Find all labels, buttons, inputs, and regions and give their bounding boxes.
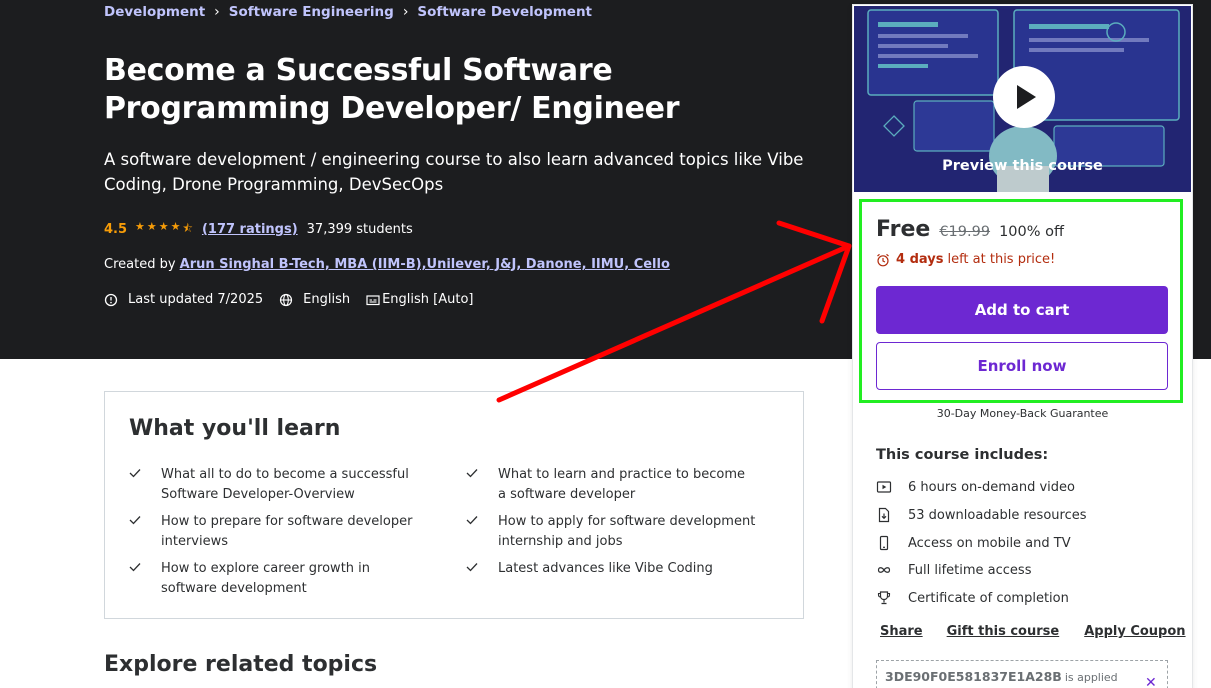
globe-icon — [280, 293, 293, 306]
star-icon: ★ — [146, 220, 157, 233]
include-item: Certificate of completion — [876, 590, 1069, 606]
add-to-cart-button[interactable]: Add to cart — [876, 286, 1168, 334]
gift-course-link[interactable]: Gift this course — [947, 624, 1060, 639]
author-link[interactable]: Arun Singhal B-Tech, MBA (IIM-B),Unileve… — [180, 257, 670, 272]
include-item: 6 hours on-demand video — [876, 479, 1075, 495]
check-icon — [466, 516, 478, 525]
includes-title: This course includes: — [876, 447, 1049, 463]
discount-percent: 100% off — [999, 224, 1064, 240]
timer-text: left at this price! — [947, 252, 1056, 267]
breadcrumb-software-development[interactable]: Software Development — [417, 4, 592, 20]
mobile-icon — [879, 535, 889, 551]
last-updated: Last updated 7/2025 — [128, 292, 264, 307]
alarm-clock-icon — [877, 253, 889, 266]
course-meta: Last updated 7/2025 English English [Aut… — [104, 292, 474, 307]
coupon-status: is applied — [1064, 671, 1118, 684]
course-language: English — [303, 292, 351, 307]
preview-label[interactable]: Preview this course — [854, 158, 1191, 174]
rating-value: 4.5 — [104, 222, 128, 237]
ratings-count-link[interactable]: (177 ratings) — [202, 222, 298, 237]
applied-coupon: 3DE90F0E581837E1A28B is applied ✕ — [876, 660, 1168, 688]
course-preview[interactable]: Preview this course — [854, 6, 1191, 192]
learn-item: How to prepare for software developer in… — [129, 512, 419, 551]
half-star-icon: ⯪ — [182, 222, 193, 235]
share-link[interactable]: Share — [880, 624, 923, 639]
captions-icon — [366, 294, 380, 305]
breadcrumb: Development › Software Engineering › Sof… — [104, 4, 592, 20]
learn-item: Latest advances like Vibe Coding — [466, 559, 756, 579]
course-subtitle: A software development / engineering cou… — [104, 150, 804, 194]
created-by: Created by Arun Singhal B-Tech, MBA (IIM… — [104, 257, 670, 272]
current-price: Free — [876, 217, 931, 242]
price-timer: 4 days left at this price! — [876, 252, 1055, 267]
check-icon — [466, 469, 478, 478]
course-actions: Share Gift this course Apply Coupon — [880, 624, 1186, 639]
check-icon — [129, 563, 141, 572]
include-item: 53 downloadable resources — [876, 507, 1087, 523]
rating-row: 4.5 ★ ★ ★ ★ ⯪ (177 ratings) 37,399 stude… — [104, 220, 413, 239]
breadcrumb-software-engineering[interactable]: Software Engineering — [229, 4, 394, 20]
learn-item: What all to do to become a successful So… — [129, 465, 419, 504]
students-count: 37,399 students — [306, 222, 413, 237]
coupon-code: 3DE90F0E581837E1A28B is applied — [885, 669, 1118, 684]
learn-item: How to explore career growth in software… — [129, 559, 419, 598]
play-icon — [1017, 85, 1036, 109]
check-icon — [466, 563, 478, 572]
close-icon[interactable]: ✕ — [1145, 675, 1157, 688]
check-icon — [129, 469, 141, 478]
what-youll-learn: What you'll learn What all to do to beco… — [104, 391, 804, 619]
money-back-guarantee: 30-Day Money-Back Guarantee — [936, 407, 1109, 420]
include-item: Full lifetime access — [876, 562, 1031, 578]
video-icon — [876, 481, 892, 493]
include-item: Access on mobile and TV — [876, 535, 1071, 551]
course-captions: English [Auto] — [382, 292, 474, 307]
timer-days: 4 days — [896, 252, 944, 267]
chevron-right-icon: › — [214, 4, 220, 20]
file-download-icon — [878, 507, 890, 523]
enroll-now-button[interactable]: Enroll now — [876, 342, 1168, 390]
learn-item: How to apply for software development in… — [466, 512, 756, 551]
original-price: €19.99 — [939, 224, 991, 240]
infinity-icon — [877, 567, 891, 573]
star-icon: ★ — [135, 220, 145, 233]
chevron-right-icon: › — [402, 4, 409, 20]
learn-item: What to learn and practice to become a s… — [466, 465, 756, 504]
star-icon: ★ — [158, 220, 169, 233]
learn-title: What you'll learn — [129, 416, 341, 441]
course-title: Become a Successful Software Programming… — [104, 53, 680, 126]
check-icon — [129, 516, 141, 525]
price-row: Free €19.99 100% off — [876, 217, 1064, 242]
alert-badge-icon — [104, 293, 118, 306]
trophy-icon — [877, 591, 891, 605]
apply-coupon-link[interactable]: Apply Coupon — [1084, 624, 1185, 639]
star-icon: ★ — [170, 220, 181, 233]
star-rating: ★ ★ ★ ★ ⯪ — [135, 220, 193, 239]
explore-related-topics-title: Explore related topics — [104, 652, 378, 677]
play-button[interactable] — [993, 66, 1055, 128]
created-by-label: Created by — [104, 257, 176, 272]
breadcrumb-development[interactable]: Development — [104, 4, 205, 20]
